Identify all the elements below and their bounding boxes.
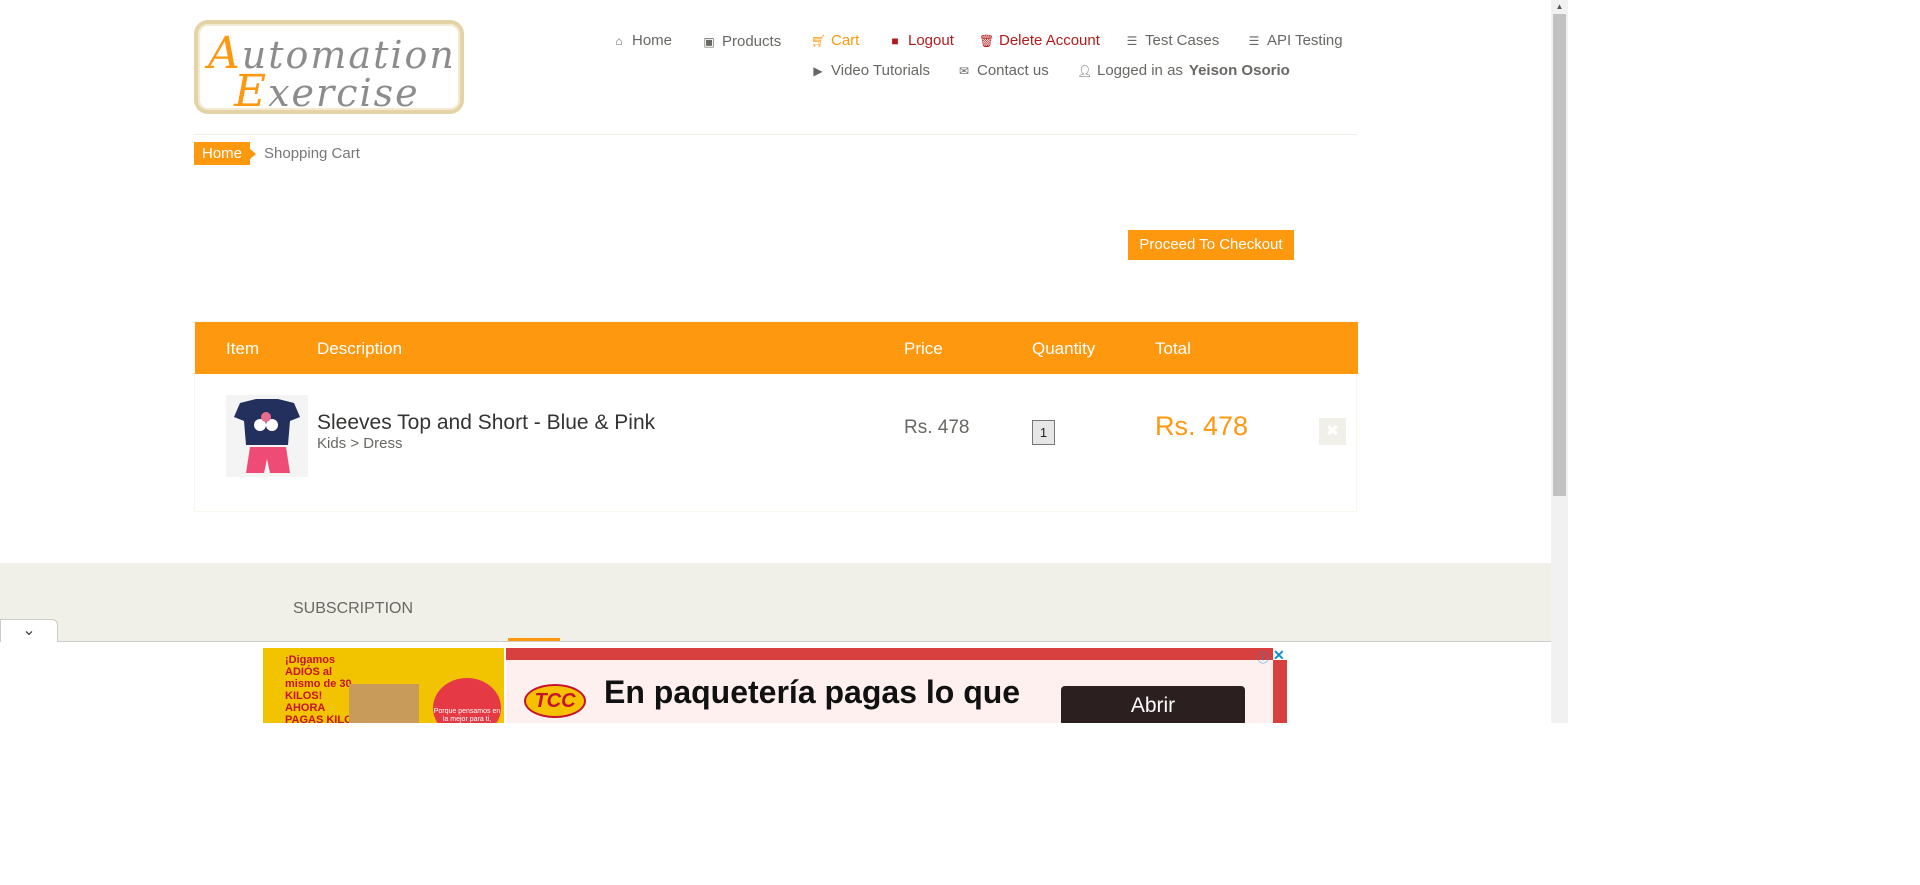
ad-info-icon[interactable]: ⓘ <box>1257 649 1269 666</box>
ad-stripe <box>506 648 1273 660</box>
nav-home[interactable]: ⌂ Home <box>612 32 672 49</box>
header-quantity: Quantity <box>1032 339 1096 358</box>
proceed-to-checkout-button[interactable]: Proceed To Checkout <box>1128 230 1294 260</box>
product-name[interactable]: Sleeves Top and Short - Blue & Pink <box>317 411 655 435</box>
cart-table: Item Description Price Quantity Total Sl… <box>194 321 1358 512</box>
product-quantity: 1 <box>1032 420 1055 445</box>
nav-test-cases[interactable]: ☰ Test Cases <box>1125 32 1220 49</box>
product-price: Rs. 478 <box>904 417 970 438</box>
ad-open-button[interactable]: Abrir <box>1061 686 1245 723</box>
nav-logout[interactable]: ■ Logout <box>888 32 954 49</box>
envelope-icon: ✉ <box>958 63 970 78</box>
cart-icon: 🛒︎ <box>811 33 827 48</box>
site-logo[interactable]: Automation Exercise <box>194 20 464 117</box>
breadcrumb-home[interactable]: Home <box>194 142 257 165</box>
scrollbar-thumb[interactable] <box>1553 14 1566 496</box>
ad-collapse-button[interactable]: ⌄ <box>0 619 58 642</box>
lock-icon: ■ <box>891 33 899 48</box>
subscription-title: SUBSCRIPTION <box>293 600 414 617</box>
ad-right-edge <box>1273 660 1287 723</box>
briefcase-icon: ▣ <box>703 34 715 49</box>
nav-video-tutorials[interactable]: ▶ Video Tutorials <box>811 62 930 79</box>
ad-box-graphic <box>349 684 419 723</box>
product-total: Rs. 478 <box>1155 411 1249 441</box>
close-icon: ✖ <box>1325 423 1340 440</box>
ad-close-icon[interactable]: ✕ <box>1273 647 1285 664</box>
nav-logged-in-user: 👤︎ Logged in as Yeison Osorio <box>1077 62 1290 79</box>
cart-table-header: Item Description Price Quantity Total <box>195 322 1358 374</box>
list-icon: ☰ <box>1248 33 1260 48</box>
nav-delete-account[interactable]: 🗑︎ Delete Account <box>979 32 1100 49</box>
chevron-down-icon: ⌄ <box>22 622 36 639</box>
product-image[interactable] <box>226 395 308 477</box>
ad-image-text: ¡Digamos ADIÓS al mismo de 30 KILOS! AHO… <box>285 654 353 723</box>
nav-contact-us[interactable]: ✉ Contact us <box>957 62 1049 79</box>
breadcrumb-current: Shopping Cart <box>264 145 360 162</box>
nav-products[interactable]: ▣ Products <box>702 33 781 50</box>
nav-api-testing[interactable]: ☰ API Testing <box>1247 32 1343 49</box>
header-total: Total <box>1155 339 1191 358</box>
youtube-play-icon: ▶ <box>813 63 823 78</box>
ad-circle-text: Porque pensamos en la mejor para ti, <box>433 678 501 723</box>
product-category: Kids > Dress <box>317 435 403 452</box>
header-item: Item <box>226 339 260 358</box>
delete-item-button[interactable]: ✖ <box>1319 418 1346 445</box>
ad-brand-logo: TCC <box>524 684 586 718</box>
header-description: Description <box>317 339 403 358</box>
nav-cart[interactable]: 🛒︎ Cart <box>811 32 859 49</box>
logo-line-2: Exercise <box>234 66 420 117</box>
ad-image[interactable]: ¡Digamos ADIÓS al mismo de 30 KILOS! AHO… <box>263 648 504 723</box>
user-icon: 👤︎ <box>1077 63 1093 78</box>
header-price: Price <box>904 339 943 358</box>
scroll-up-arrow-icon[interactable]: ▲ <box>1551 0 1568 14</box>
list-icon: ☰ <box>1126 33 1138 48</box>
home-icon: ⌂ <box>615 33 623 48</box>
header-divider <box>194 134 1357 135</box>
trash-icon: 🗑︎ <box>979 33 995 48</box>
ad-headline: En paquetería pagas lo que <box>604 674 1021 710</box>
ad-main[interactable]: TCC En paquetería pagas lo que Abrir <box>506 648 1273 723</box>
